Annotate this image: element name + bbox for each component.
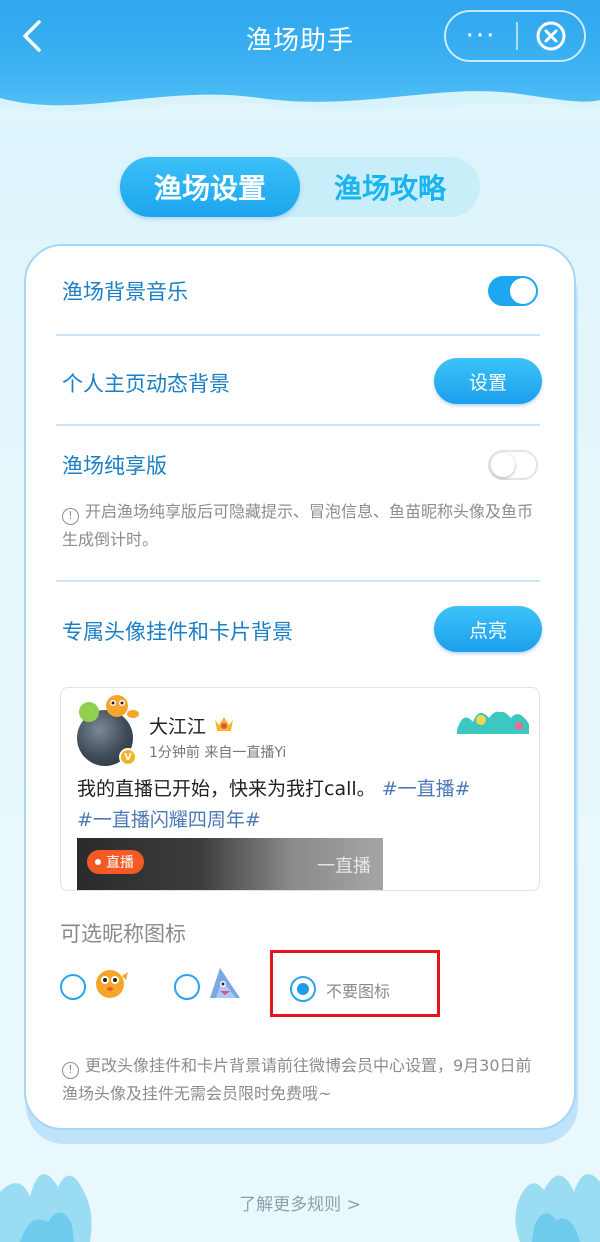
divider <box>56 580 540 582</box>
preview-post-card: V 大江江 1分钟前 来自一直播Yi 我的直播已开始，快来为我打call。 #一… <box>60 687 540 891</box>
live-dot-icon <box>95 859 101 865</box>
toggle-knob <box>491 453 515 477</box>
nickname-icon-title: 可选昵称图标 <box>60 922 186 946</box>
live-thumbnail[interactable]: 直播 一直播 <box>77 838 383 890</box>
info-icon: ! <box>62 507 79 525</box>
tab-switcher: 渔场设置 渔场攻略 <box>120 157 480 217</box>
bg-music-label: 渔场背景音乐 <box>62 280 188 304</box>
divider <box>56 424 540 426</box>
more-button[interactable]: ··· <box>446 12 516 60</box>
tab-fishery-settings[interactable]: 渔场设置 <box>120 157 300 217</box>
live-watermark: 一直播 <box>317 856 371 877</box>
radio-pufferfish[interactable] <box>60 974 86 1000</box>
dynamic-bg-label: 个人主页动态背景 <box>62 372 230 396</box>
pure-mode-toggle[interactable] <box>488 450 538 480</box>
dynamic-bg-set-button[interactable]: 设置 <box>434 358 542 404</box>
vip-crown-icon <box>215 717 233 731</box>
post-meta: 1分钟前 来自一直播Yi <box>149 745 287 761</box>
close-button[interactable] <box>518 12 584 60</box>
selection-highlight-box <box>270 950 440 1017</box>
pendant-light-button[interactable]: 点亮 <box>434 606 542 652</box>
pure-mode-hint-text: 开启渔场纯享版后可隐藏提示、冒泡信息、鱼苗昵称头像及鱼币生成倒计时。 <box>62 502 534 549</box>
toggle-knob <box>510 278 536 304</box>
divider <box>56 334 540 336</box>
mini-program-capsule: ··· <box>444 10 586 62</box>
header-bar: 渔场助手 ··· <box>0 0 600 120</box>
verified-badge-icon: V <box>119 748 137 766</box>
member-center-hint-text: 更改头像挂件和卡片背景请前往微博会员中心设置，9月30日前渔场头像及挂件无需会员… <box>62 1056 532 1103</box>
hashtag-link[interactable]: #一直播# <box>382 778 471 800</box>
radio-shark[interactable] <box>174 974 200 1000</box>
post-text: 我的直播已开始，快来为我打call。 #一直播# #一直播闪耀四周年# <box>77 774 537 836</box>
learn-more-rules-link[interactable]: 了解更多规则 > <box>0 1190 600 1215</box>
seaweed-card-decoration-icon <box>457 706 529 734</box>
member-center-hint: ! 更改头像挂件和卡片背景请前往微博会员中心设置，9月30日前渔场头像及挂件无需会… <box>62 1052 546 1108</box>
live-badge-text: 直播 <box>106 855 134 871</box>
header-wave <box>0 91 600 120</box>
close-circle-icon <box>536 21 566 51</box>
pure-mode-label: 渔场纯享版 <box>62 454 167 478</box>
pufferfish-pendant-icon <box>79 695 139 722</box>
hashtag-link[interactable]: #一直播闪耀四周年# <box>77 809 261 831</box>
username: 大江江 <box>149 716 207 738</box>
shark-icon <box>210 968 240 998</box>
pendant-label: 专属头像挂件和卡片背景 <box>62 620 293 644</box>
bg-music-toggle[interactable] <box>488 276 538 306</box>
pufferfish-icon <box>96 970 128 998</box>
tab-fishery-guide[interactable]: 渔场攻略 <box>300 157 480 217</box>
live-badge: 直播 <box>87 850 144 874</box>
pure-mode-hint: ! 开启渔场纯享版后可隐藏提示、冒泡信息、鱼苗昵称头像及鱼币生成倒计时。 <box>62 498 538 554</box>
info-icon: ! <box>62 1061 79 1079</box>
post-body: 我的直播已开始，快来为我打call。 <box>77 778 376 800</box>
more-icon: ··· <box>465 21 497 51</box>
